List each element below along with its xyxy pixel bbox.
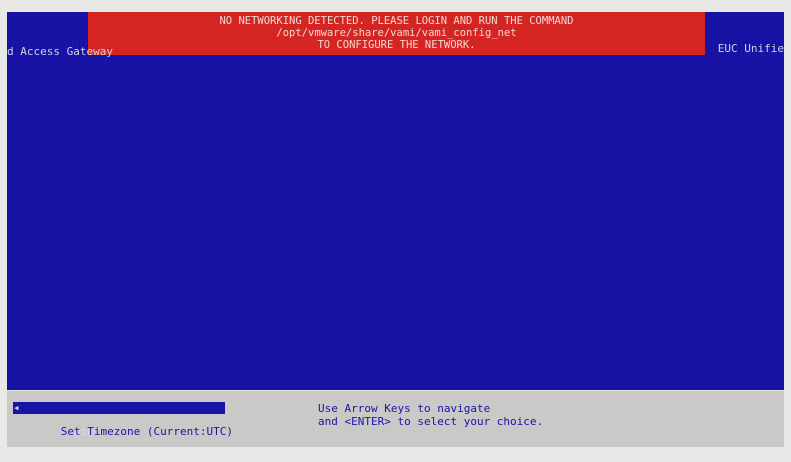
alert-line-1: NO NETWORKING DETECTED. PLEASE LOGIN AND… — [219, 15, 574, 27]
product-title-left: d Access Gateway — [7, 45, 113, 58]
menu-item-set-timezone[interactable]: Set Timezone (Current:UTC) — [13, 414, 233, 438]
menu-item-login[interactable]: ◂ Login — [13, 401, 225, 438]
help-line-2: and <ENTER> to select your choice. — [318, 415, 544, 428]
alert-line-3: TO CONFIGURE THE NETWORK. — [317, 39, 476, 51]
menu-item-label: Set Timezone (Current:UTC) — [60, 425, 233, 438]
help-line-1: Use Arrow Keys to navigate — [318, 402, 491, 415]
console-screen: NO NETWORKING DETECTED. PLEASE LOGIN AND… — [7, 12, 784, 390]
alert-line-2: /opt/vmware/share/vami/vami_config_net — [276, 27, 517, 39]
network-alert-banner: NO NETWORKING DETECTED. PLEASE LOGIN AND… — [88, 12, 705, 55]
help-text: Use Arrow Keys to navigate and <ENTER> t… — [318, 402, 543, 428]
product-title-right: EUC Unifie — [717, 42, 784, 55]
menu-panel: ◂ Login Set Timezone (Current:UTC) Use A… — [7, 391, 784, 447]
menu-list: ◂ Login Set Timezone (Current:UTC) — [13, 401, 233, 438]
selection-cursor-icon: ◂ — [13, 401, 20, 414]
